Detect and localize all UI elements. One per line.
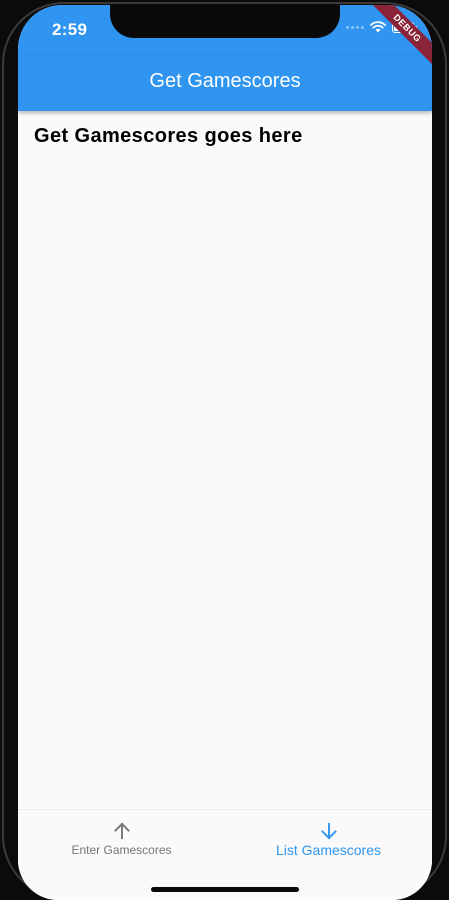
page-title: Get Gamescores [149, 70, 301, 92]
app-bar: Get Gamescores [18, 55, 432, 111]
arrow-up-icon [113, 822, 130, 839]
status-time: 2:59 [52, 20, 88, 39]
signal-dots-icon [346, 25, 364, 29]
arrow-down-icon [320, 823, 337, 840]
home-indicator[interactable] [151, 887, 299, 892]
content-heading: Get Gamescores goes here [34, 125, 303, 147]
nav-label-enter-gamescores: Enter Gamescores [71, 843, 172, 857]
nav-item-enter-gamescores[interactable]: Enter Gamescores [18, 810, 225, 866]
phone-frame: 2:59 DEBUG Get Gamescores Get Gamescores… [0, 0, 449, 900]
nav-label-list-gamescores: List Gamescores [275, 842, 382, 858]
nav-item-list-gamescores[interactable]: List Gamescores [225, 810, 432, 866]
device-notch [110, 5, 340, 38]
wifi-icon [370, 21, 386, 33]
app-screen: 2:59 DEBUG Get Gamescores Get Gamescores… [18, 5, 432, 900]
